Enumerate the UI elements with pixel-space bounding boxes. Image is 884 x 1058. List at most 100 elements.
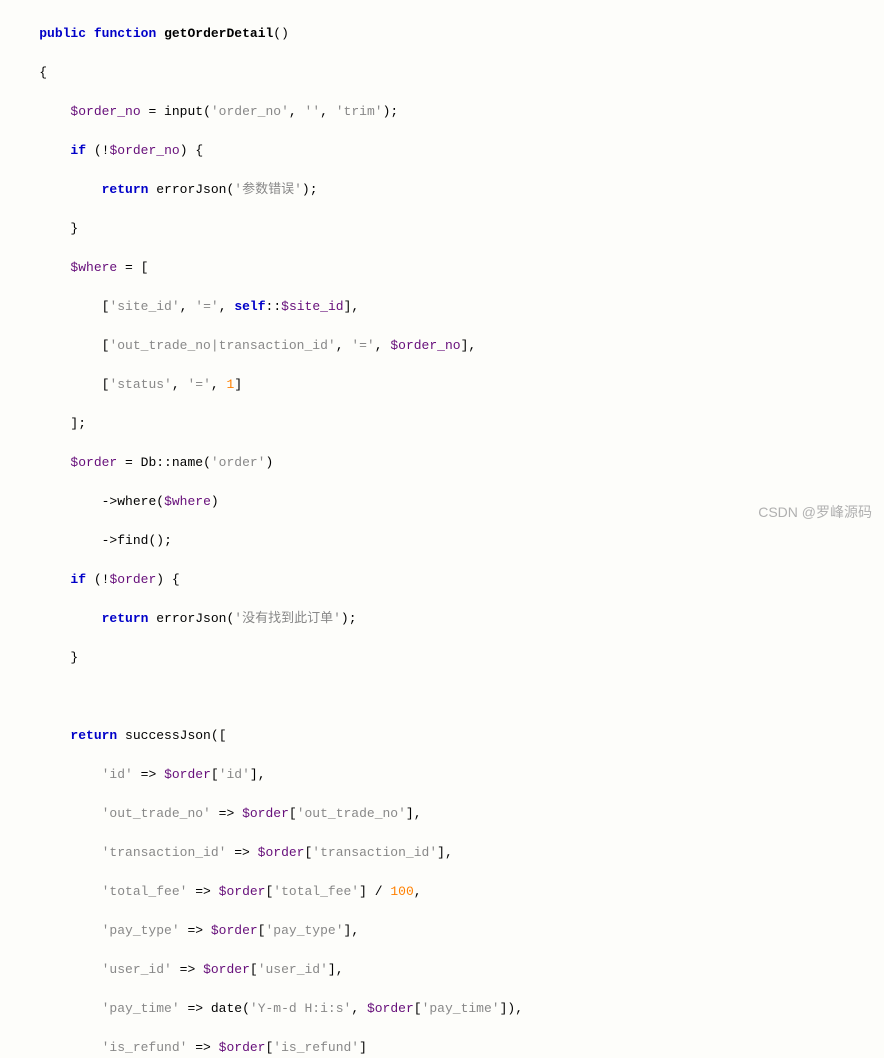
string: 'status' xyxy=(109,377,171,392)
punct: ( xyxy=(226,611,234,626)
code-line: { xyxy=(8,63,876,83)
code-line xyxy=(8,687,876,707)
punct: ) xyxy=(156,572,164,587)
punct: ( xyxy=(273,26,281,41)
punct: , xyxy=(351,1001,359,1016)
string: 'transaction_id' xyxy=(102,845,227,860)
variable: $order xyxy=(203,962,250,977)
punct: ] xyxy=(437,845,445,860)
variable: $order xyxy=(164,767,211,782)
code-line: $order = Db::name('order') xyxy=(8,453,876,473)
punct: = xyxy=(117,455,140,470)
string: 'Y-m-d H:i:s' xyxy=(250,1001,351,1016)
code-line: 'total_fee' => $order['total_fee'] / 100… xyxy=(8,882,876,902)
punct: ) xyxy=(156,533,164,548)
variable: $order_no xyxy=(109,143,179,158)
punct: } xyxy=(70,650,78,665)
string: 'site_id' xyxy=(109,299,179,314)
punct: ) xyxy=(211,494,219,509)
punct: ] xyxy=(359,1040,367,1055)
string: 'out_trade_no' xyxy=(297,806,406,821)
punct: => xyxy=(172,962,203,977)
code-line: 'is_refund' => $order['is_refund'] xyxy=(8,1038,876,1058)
string: '=' xyxy=(351,338,374,353)
punct: ( xyxy=(242,1001,250,1016)
punct: = xyxy=(141,104,164,119)
code-line: $where = [ xyxy=(8,258,876,278)
punct: ! xyxy=(102,572,110,587)
string: 'out_trade_no|transaction_id' xyxy=(109,338,335,353)
code-line: $order_no = input('order_no', '', 'trim'… xyxy=(8,102,876,122)
punct: ) xyxy=(507,1001,515,1016)
code-line: return errorJson('参数错误'); xyxy=(8,180,876,200)
string: 'id' xyxy=(219,767,250,782)
call: date xyxy=(211,1001,242,1016)
string: 'order_no' xyxy=(211,104,289,119)
punct: ] xyxy=(250,767,258,782)
punct: , xyxy=(258,767,266,782)
punct: => xyxy=(187,1040,218,1055)
punct: , xyxy=(375,338,383,353)
code-line: if (!$order_no) { xyxy=(8,141,876,161)
punct: ) xyxy=(341,611,349,626)
punct: , xyxy=(351,299,359,314)
code-line: 'transaction_id' => $order['transaction_… xyxy=(8,843,876,863)
punct: [ xyxy=(289,806,297,821)
punct: , xyxy=(445,845,453,860)
string: 'id' xyxy=(102,767,133,782)
punct: , xyxy=(172,377,180,392)
punct: ) xyxy=(302,182,310,197)
string: 'order' xyxy=(211,455,266,470)
code-line: ['out_trade_no|transaction_id', '=', $or… xyxy=(8,336,876,356)
keyword: public xyxy=(39,26,86,41)
punct: => xyxy=(133,767,164,782)
string: 'user_id' xyxy=(102,962,172,977)
code-line: 'pay_time' => date('Y-m-d H:i:s', $order… xyxy=(8,999,876,1019)
string: 'pay_type' xyxy=(265,923,343,938)
code-line: return successJson([ xyxy=(8,726,876,746)
call: successJson xyxy=(125,728,211,743)
punct: ( xyxy=(203,104,211,119)
keyword: return xyxy=(102,611,149,626)
string: 'is_refund' xyxy=(273,1040,359,1055)
string: 'pay_time' xyxy=(422,1001,500,1016)
punct: = xyxy=(117,260,140,275)
variable: $order xyxy=(109,572,156,587)
string: '=' xyxy=(187,377,210,392)
variable: $order xyxy=(219,884,266,899)
punct: , xyxy=(414,806,422,821)
keyword: function xyxy=(94,26,156,41)
punct: ) xyxy=(265,455,273,470)
punct: , xyxy=(468,338,476,353)
punct: , xyxy=(219,299,227,314)
punct: ( xyxy=(156,494,164,509)
keyword: return xyxy=(70,728,117,743)
punct: ; xyxy=(78,416,86,431)
string: 'is_refund' xyxy=(102,1040,188,1055)
punct: [ xyxy=(250,962,258,977)
call: find xyxy=(117,533,148,548)
punct: => xyxy=(180,923,211,938)
punct: ( xyxy=(203,455,211,470)
punct: { xyxy=(39,65,47,80)
punct: ] xyxy=(359,884,367,899)
punct: , xyxy=(515,1001,523,1016)
string: '没有找到此订单' xyxy=(234,611,341,626)
keyword: if xyxy=(70,143,86,158)
code-line: return errorJson('没有找到此订单'); xyxy=(8,609,876,629)
call: Db::name xyxy=(141,455,203,470)
call: errorJson xyxy=(156,182,226,197)
punct: ) xyxy=(281,26,289,41)
code-line: ['status', '=', 1] xyxy=(8,375,876,395)
punct: ( xyxy=(94,143,102,158)
code-line: if (!$order) { xyxy=(8,570,876,590)
punct: -> xyxy=(102,494,118,509)
punct: , xyxy=(320,104,328,119)
punct: } xyxy=(70,221,78,236)
punct: , xyxy=(289,104,297,119)
punct: { xyxy=(195,143,203,158)
punct: ] xyxy=(234,377,242,392)
string: 'pay_type' xyxy=(102,923,180,938)
punct: [ xyxy=(258,923,266,938)
punct: [ xyxy=(265,884,273,899)
